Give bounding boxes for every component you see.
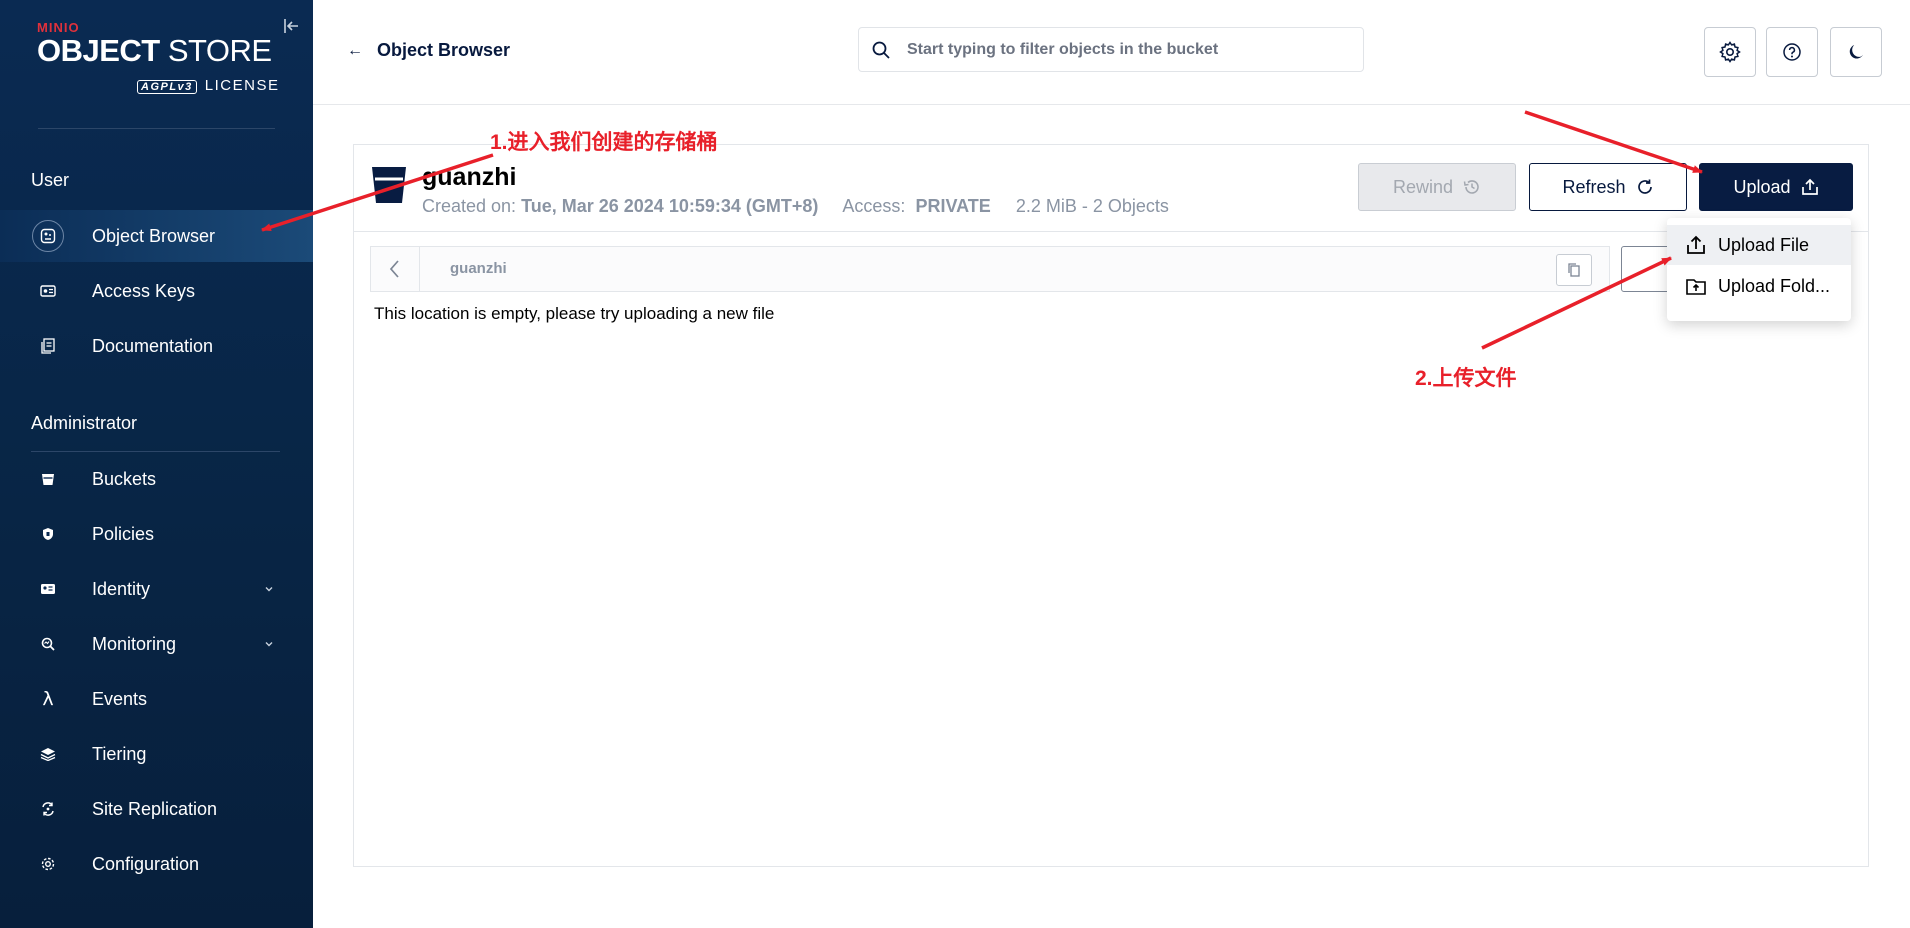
chevron-left-icon: [389, 260, 399, 278]
sidebar-item-object-browser[interactable]: Object Browser: [0, 210, 313, 262]
upload-label: Upload: [1733, 176, 1791, 197]
id-card-icon: [32, 573, 64, 605]
sidebar-item-events[interactable]: λ Events: [0, 673, 313, 725]
bucket-panel: guanzhi Created on: Tue, Mar 26 2024 10:…: [353, 144, 1869, 867]
copy-icon: [1568, 263, 1580, 277]
sidebar-item-buckets[interactable]: Buckets: [0, 453, 313, 505]
sidebar-item-identity[interactable]: Identity: [0, 563, 313, 615]
top-bar: ← Object Browser: [313, 0, 1910, 105]
sidebar-item-label: Documentation: [92, 335, 214, 356]
sidebar-item-label: Identity: [92, 578, 151, 599]
divider: [31, 451, 280, 452]
annotation-step-1: 1.进入我们创建的存储桶: [490, 131, 718, 154]
refresh-icon: [1637, 179, 1652, 194]
sidebar-item-label: Monitoring: [92, 633, 177, 654]
back-arrow-icon[interactable]: ←: [347, 42, 363, 60]
breadcrumb-path[interactable]: guanzhi: [450, 260, 507, 277]
sidebar-item-label: Access Keys: [92, 280, 196, 301]
sidebar: MINIO OBJECT STORE AGPLv3 LICENSE User Ob…: [0, 0, 313, 928]
search-box[interactable]: [858, 27, 1364, 72]
rewind-button[interactable]: Rewind: [1358, 163, 1516, 211]
layers-icon: [32, 738, 64, 770]
refresh-label: Refresh: [1562, 176, 1626, 197]
sidebar-item-label: Object Browser: [92, 225, 216, 246]
upload-menu: Upload File Upload Fold...: [1667, 218, 1851, 321]
gear-icon: [1719, 41, 1741, 63]
upload-icon: [1801, 178, 1818, 195]
help-button[interactable]: [1766, 27, 1818, 77]
empty-message: This location is empty, please try uploa…: [374, 304, 775, 323]
chevron-down-icon[interactable]: [262, 582, 276, 596]
created-value: Tue, Mar 26 2024 10:59:34 (GMT+8): [521, 196, 819, 216]
rewind-label: Rewind: [1392, 176, 1454, 197]
replication-icon: [32, 793, 64, 825]
sidebar-item-label: Buckets: [92, 468, 157, 489]
bucket-name: guanzhi: [422, 163, 517, 191]
sidebar-item-monitoring[interactable]: Monitoring: [0, 618, 313, 670]
section-administrator: Administrator: [31, 413, 138, 433]
sidebar-item-label: Policies: [92, 523, 155, 544]
key-icon: [32, 275, 64, 307]
upload-folder-label: Upload Fold...: [1718, 275, 1831, 296]
help-icon: [1783, 43, 1801, 61]
sidebar-item-tiering[interactable]: Tiering: [0, 728, 313, 780]
sidebar-item-site-replication[interactable]: Site Replication: [0, 783, 313, 835]
gear-icon: [32, 848, 64, 880]
upload-folder-menu-item[interactable]: Upload Fold...: [1667, 266, 1851, 306]
bucket-header: guanzhi Created on: Tue, Mar 26 2024 10:…: [354, 145, 1868, 232]
chevron-down-icon[interactable]: [262, 637, 276, 651]
created-label: Created on:: [422, 196, 517, 216]
sidebar-item-label: Events: [92, 688, 148, 709]
minio-logo[interactable]: MINIO OBJECT STORE AGPLv3 LICENSE: [37, 20, 278, 94]
sidebar-item-configuration[interactable]: Configuration: [0, 838, 313, 890]
divider: [38, 128, 275, 129]
sidebar-item-access-keys[interactable]: Access Keys: [0, 265, 313, 317]
annotation-step-2: 2.上传文件: [1415, 367, 1517, 390]
breadcrumb: guanzhi: [370, 246, 1610, 292]
search-icon: [872, 41, 890, 59]
sidebar-item-label: Configuration: [92, 853, 200, 874]
upload-file-icon: [1687, 235, 1705, 254]
upload-folder-icon: [1686, 279, 1706, 295]
bucket-usage: 2.2 MiB - 2 Objects: [1015, 196, 1169, 216]
document-icon: [32, 330, 64, 362]
bucket-icon: [32, 463, 64, 495]
history-icon: [1463, 180, 1479, 194]
sidebar-item-policies[interactable]: Policies: [0, 508, 313, 560]
copy-path-button[interactable]: [1556, 254, 1592, 286]
monitor-icon: [32, 628, 64, 660]
logo-license: AGPLv3 LICENSE: [137, 77, 280, 94]
section-user: User: [31, 170, 70, 190]
upload-button[interactable]: Upload: [1699, 163, 1853, 211]
logo-product: OBJECT STORE: [37, 33, 272, 68]
page-title: Object Browser: [377, 40, 511, 60]
access-value: PRIVATE: [915, 196, 991, 216]
refresh-button[interactable]: Refresh: [1529, 163, 1687, 211]
bucket-icon: [372, 167, 406, 203]
upload-file-menu-item[interactable]: Upload File: [1667, 225, 1851, 265]
shield-icon: [32, 518, 64, 550]
upload-file-label: Upload File: [1718, 234, 1810, 255]
sidebar-item-label: Tiering: [92, 743, 147, 764]
access-label: Access:: [842, 196, 906, 216]
breadcrumb-back-button[interactable]: [371, 247, 420, 291]
dark-mode-button[interactable]: [1830, 27, 1882, 77]
moon-icon: [1849, 45, 1863, 59]
object-browser-icon: [32, 220, 64, 252]
sidebar-item-documentation[interactable]: Documentation: [0, 320, 313, 372]
sidebar-item-label: Site Replication: [92, 798, 218, 819]
collapse-sidebar-icon[interactable]: [283, 17, 301, 35]
settings-button[interactable]: [1704, 27, 1756, 77]
bucket-meta: Created on: Tue, Mar 26 2024 10:59:34 (G…: [422, 196, 1169, 217]
lambda-icon: λ: [42, 688, 54, 710]
search-input[interactable]: [905, 37, 1349, 63]
